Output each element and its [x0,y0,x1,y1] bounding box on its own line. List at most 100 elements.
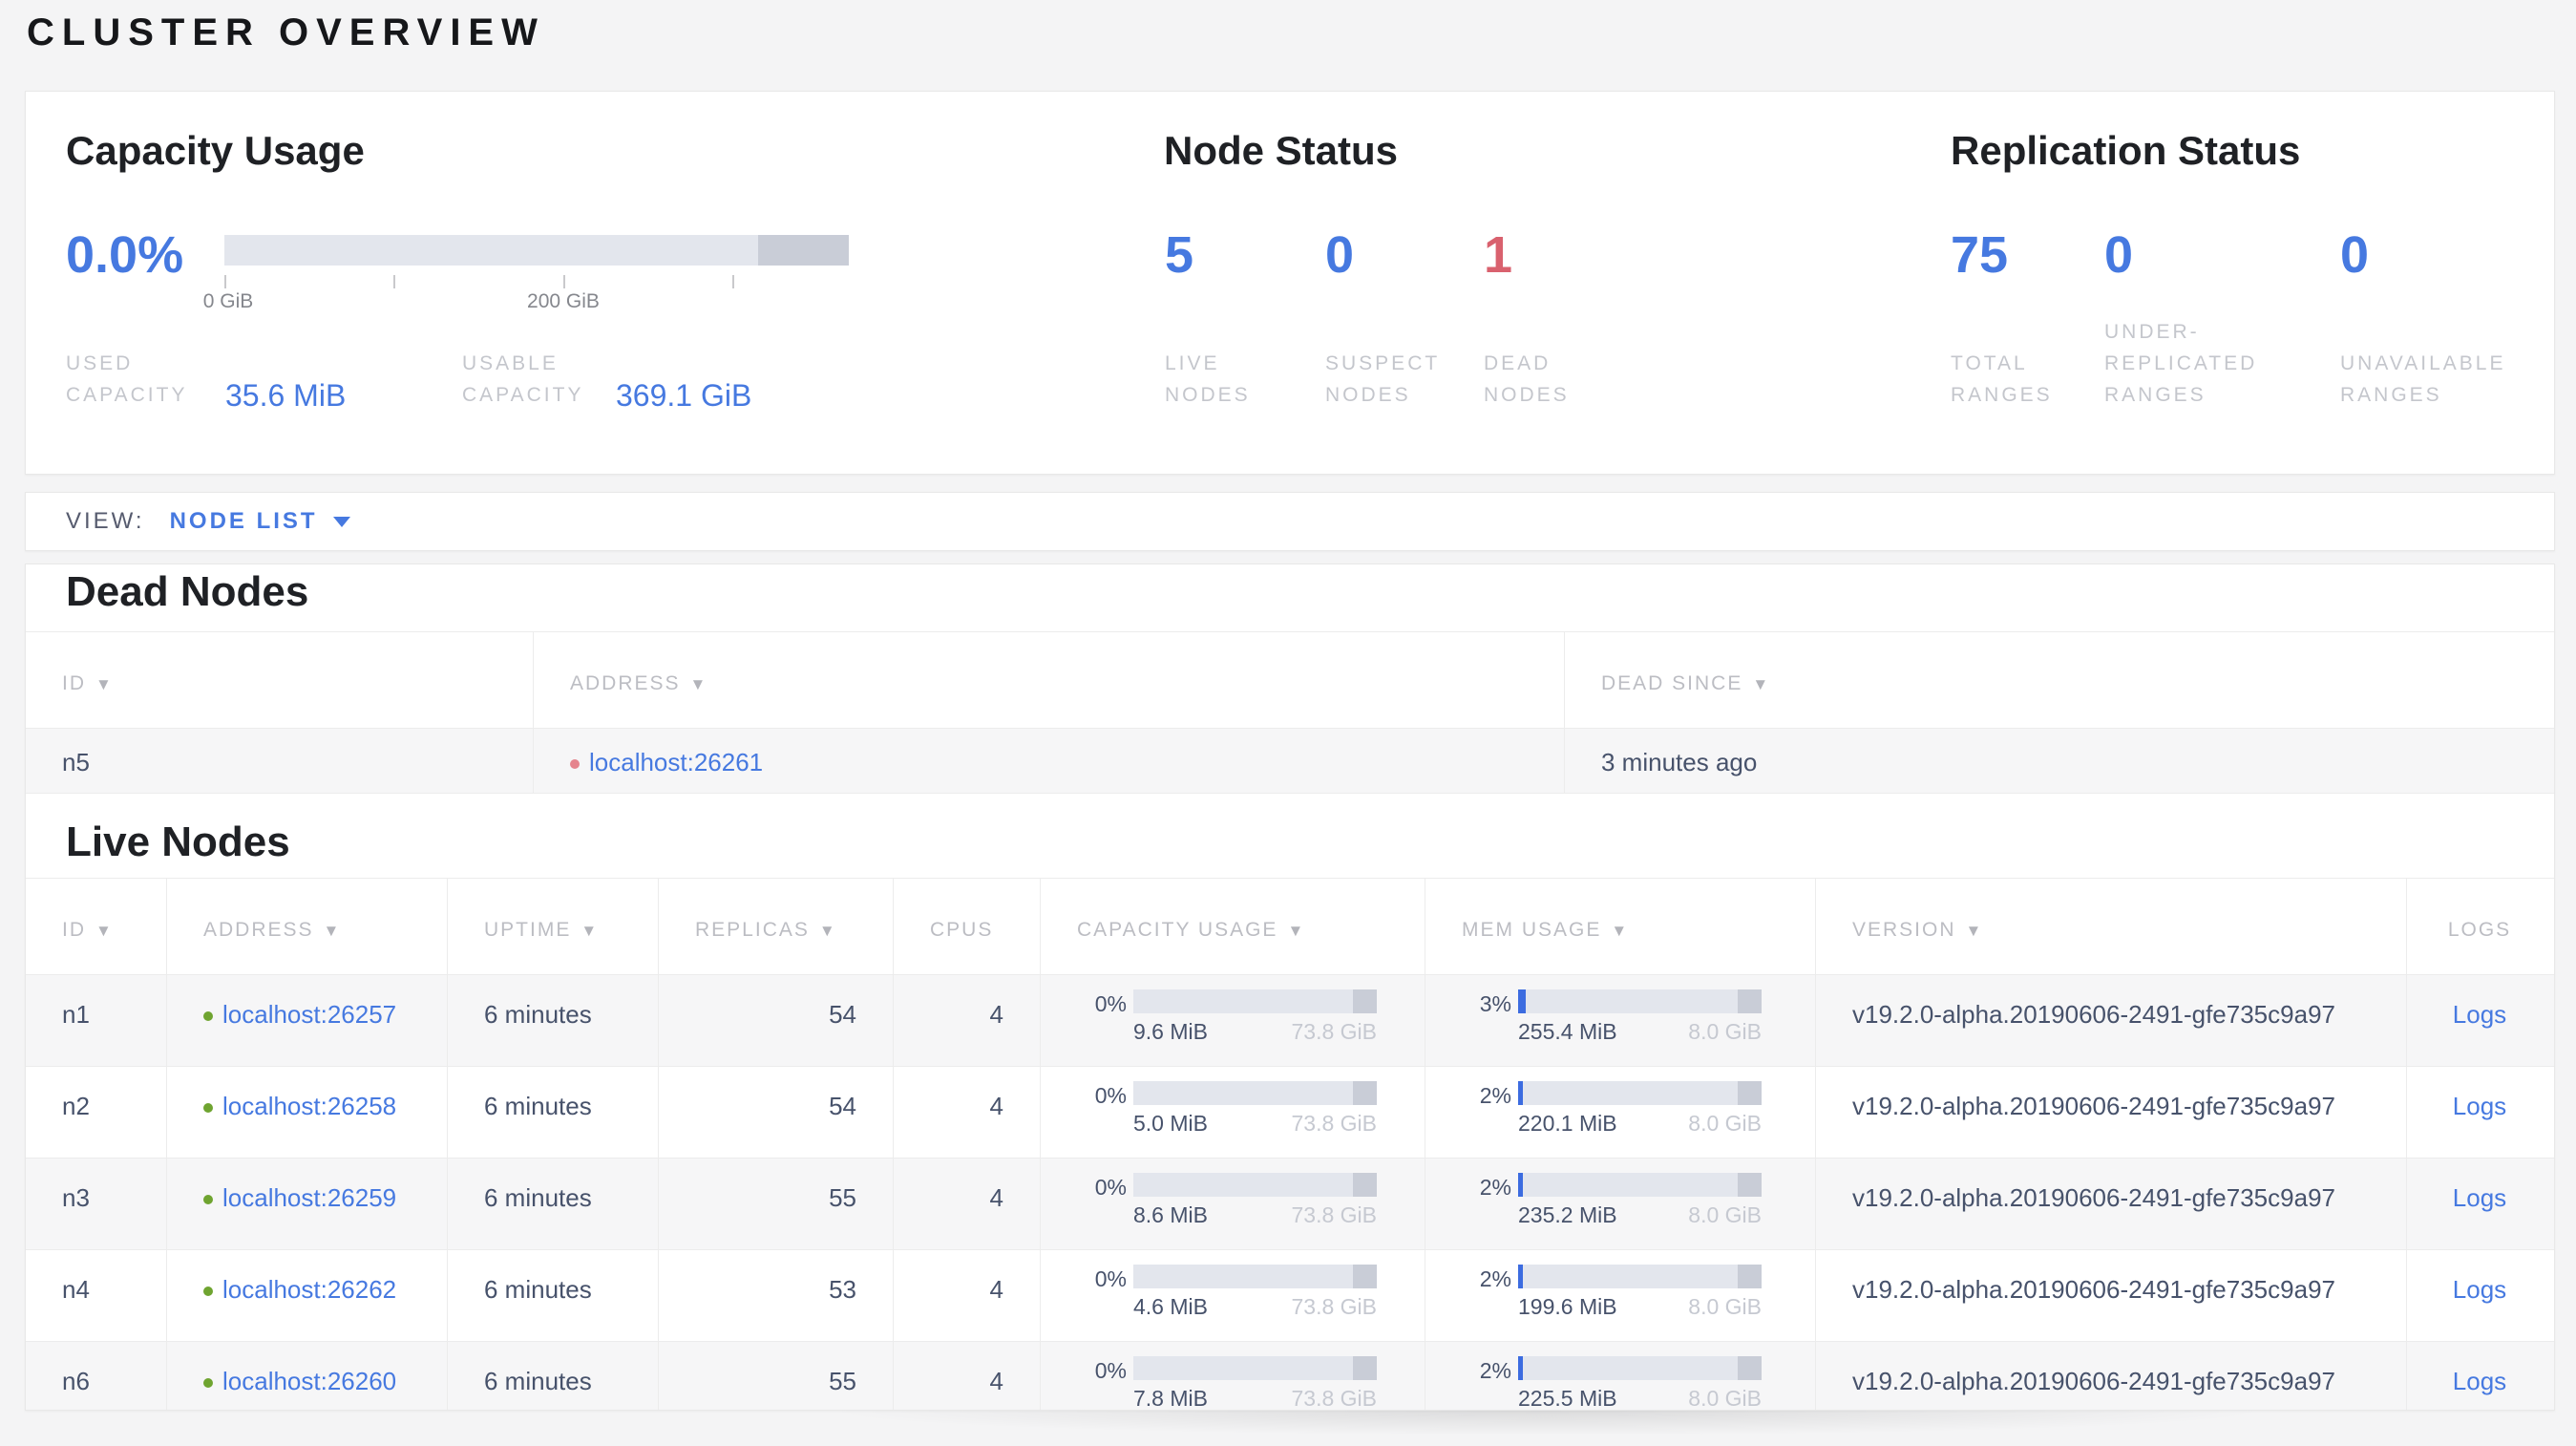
node-dead-icon [570,759,580,769]
chevron-down-icon [332,516,350,527]
table-row: n3 localhost:26259 6 minutes 55 4 0% 8.6… [26,1159,2554,1250]
node-live-icon [203,1103,213,1113]
table-row: n6 localhost:26260 6 minutes 55 4 0% 7.8… [26,1342,2554,1411]
mem-bar-fill [1518,1081,1524,1105]
node-address-link[interactable]: localhost:26257 [222,1000,396,1029]
capacity-usage-cell: 0% 4.6 MiB 73.8 GiB [1041,1250,1425,1341]
node-uptime: 6 minutes [448,1159,659,1249]
view-selector-bar: VIEW: NODE LIST [25,492,2555,551]
column-header-logs[interactable]: LOGS [2407,879,2552,974]
mem-bar [1518,989,1762,1013]
column-header-id[interactable]: ID [26,632,534,728]
dead-nodes-count: 1 [1484,226,1513,284]
dead-nodes-title: Dead Nodes [66,568,309,615]
capacity-used-value: 5.0 MiB [1133,1111,1208,1136]
capacity-percent: 0% [1094,1083,1127,1108]
capacity-percent: 0% [1094,1358,1127,1383]
mem-bar-reserved-segment [1737,1081,1762,1105]
mem-bar-reserved-segment [1737,1356,1762,1380]
node-address-link[interactable]: localhost:26259 [222,1183,396,1212]
capacity-used-value: 8.6 MiB [1133,1202,1208,1227]
axis-tick-label: 200 GiB [527,290,600,312]
column-header-address[interactable]: ADDRESS [167,879,448,974]
logs-link[interactable]: Logs [2453,1092,2506,1120]
capacity-total-value: 73.8 GiB [1291,1019,1378,1044]
mem-usage-cell: 2% 225.5 MiB 8.0 GiB [1425,1342,1816,1411]
capacity-percent: 0.0% [66,226,184,284]
mem-bar-fill [1518,1173,1524,1197]
node-version: v19.2.0-alpha.20190606-2491-gfe735c9a97 [1816,1250,2407,1341]
node-replicas: 54 [659,1067,894,1158]
mem-used-value: 235.2 MiB [1518,1202,1617,1227]
table-row: n2 localhost:26258 6 minutes 54 4 0% 5.0… [26,1067,2554,1159]
column-header-version[interactable]: VERSION [1816,879,2407,974]
capacity-bar-reserved-segment [1352,1081,1377,1105]
capacity-bar-reserved-segment [1352,1356,1377,1380]
capacity-usage-cell: 0% 9.6 MiB 73.8 GiB [1041,975,1425,1066]
node-id: n2 [26,1067,167,1158]
column-header-replicas[interactable]: REPLICAS [659,879,894,974]
node-address-cell: localhost:26259 [167,1159,448,1249]
capacity-bar-reserved-segment [758,235,849,266]
page-title: CLUSTER OVERVIEW [27,11,545,53]
usable-capacity-label: USABLE CAPACITY [462,352,584,407]
column-header-address[interactable]: ADDRESS [534,632,1565,728]
capacity-total-value: 73.8 GiB [1291,1111,1378,1136]
axis-tick [732,275,734,288]
mem-used-value: 225.5 MiB [1518,1386,1617,1411]
node-address-link[interactable]: localhost:26258 [222,1092,396,1120]
node-id: n6 [26,1342,167,1410]
under-replicated-ranges-label: UNDER-REPLICATED RANGES [2104,321,2258,407]
logs-link[interactable]: Logs [2453,1367,2506,1395]
live-nodes-count: 5 [1165,226,1194,284]
node-address-cell: localhost:26260 [167,1342,448,1410]
capacity-bar [1133,1173,1377,1197]
total-ranges-count: 75 [1951,226,2009,284]
mem-bar-fill [1518,989,1526,1013]
logs-link[interactable]: Logs [2453,1275,2506,1304]
mem-bar [1518,1081,1762,1105]
view-dropdown-value: NODE LIST [169,508,318,534]
node-live-icon [203,1287,213,1296]
node-address-link[interactable]: localhost:26260 [222,1367,396,1395]
node-version: v19.2.0-alpha.20190606-2491-gfe735c9a97 [1816,1159,2407,1249]
under-replicated-ranges-count: 0 [2104,226,2134,284]
column-header-dead-since[interactable]: DEAD SINCE [1565,632,2552,728]
mem-bar [1518,1356,1762,1380]
usable-capacity-value: 369.1 GiB [616,378,752,413]
dead-nodes-table: ID ADDRESS DEAD SINCE n5 localhost:26261… [26,631,2554,794]
mem-total-value: 8.0 GiB [1688,1111,1762,1136]
node-id: n4 [26,1250,167,1341]
node-id: n1 [26,975,167,1066]
logs-link[interactable]: Logs [2453,1183,2506,1212]
capacity-total-value: 73.8 GiB [1291,1294,1378,1319]
column-header-uptime[interactable]: UPTIME [448,879,659,974]
node-version: v19.2.0-alpha.20190606-2491-gfe735c9a97 [1816,1342,2407,1410]
view-dropdown[interactable]: NODE LIST [170,508,350,535]
node-version: v19.2.0-alpha.20190606-2491-gfe735c9a97 [1816,975,2407,1066]
dead-node-address-link[interactable]: localhost:26261 [589,748,763,776]
node-live-icon [203,1011,213,1021]
column-header-mem-usage[interactable]: MEM USAGE [1425,879,1816,974]
mem-bar-reserved-segment [1737,1173,1762,1197]
dead-node-id: n5 [26,729,534,793]
node-address-link[interactable]: localhost:26262 [222,1275,396,1304]
column-header-id[interactable]: ID [26,879,167,974]
logs-link[interactable]: Logs [2453,1000,2506,1029]
mem-percent: 2% [1479,1175,1511,1200]
node-id: n3 [26,1159,167,1249]
mem-total-value: 8.0 GiB [1688,1294,1762,1319]
suspect-nodes-count: 0 [1325,226,1355,284]
capacity-used-value: 7.8 MiB [1133,1386,1208,1411]
capacity-bar [1133,1356,1377,1380]
mem-usage-cell: 2% 235.2 MiB 8.0 GiB [1425,1159,1816,1249]
axis-tick [393,275,395,288]
mem-bar [1518,1173,1762,1197]
column-header-cpus[interactable]: CPUS [894,879,1041,974]
axis-tick [563,275,565,288]
table-row: n1 localhost:26257 6 minutes 54 4 0% 9.6… [26,975,2554,1067]
card-bottom-shadow [687,1411,2406,1446]
node-uptime: 6 minutes [448,1067,659,1158]
live-nodes-header-row: ID ADDRESS UPTIME REPLICAS CPUS CAPACITY… [26,878,2554,975]
column-header-capacity-usage[interactable]: CAPACITY USAGE [1041,879,1425,974]
